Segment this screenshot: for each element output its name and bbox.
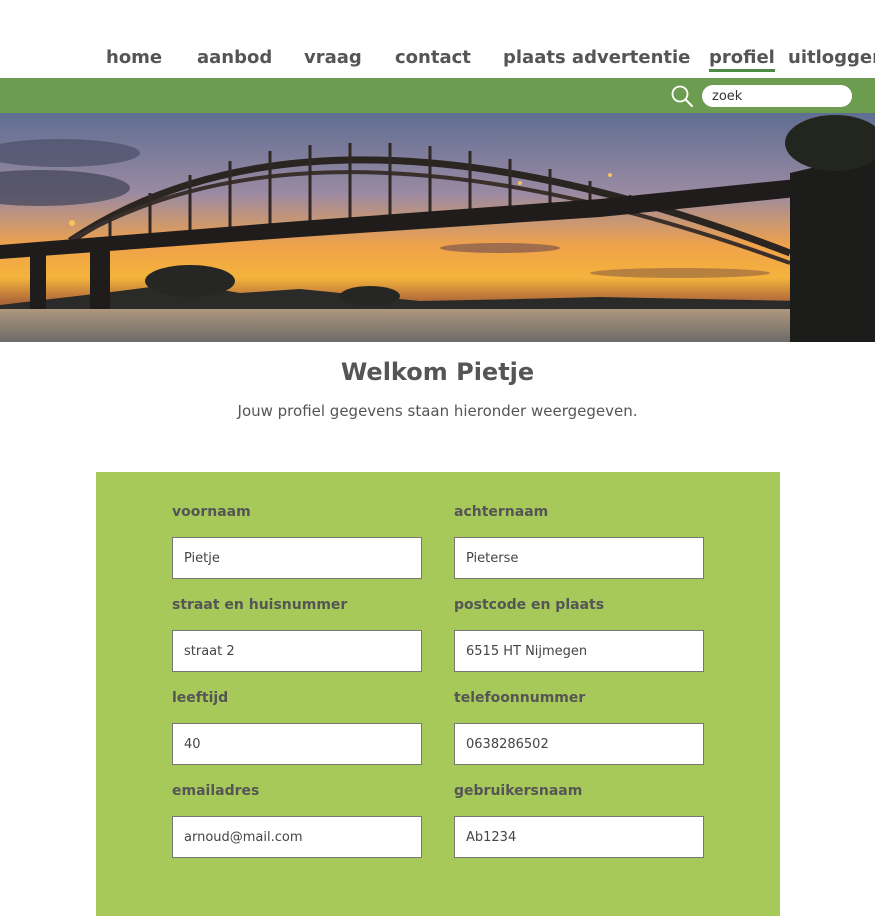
search-input[interactable] xyxy=(702,85,852,107)
nav-item-uitloggen[interactable]: uitloggen xyxy=(788,47,875,68)
leeftijd-input[interactable] xyxy=(172,723,422,765)
field-label-emailadres: emailadres xyxy=(172,783,260,799)
field-label-leeftijd: leeftijd xyxy=(172,690,229,706)
nav-item-plaats-advertentie[interactable]: plaats advertentie xyxy=(503,47,690,68)
profile-form: voornaam achternaam straat en huisnummer… xyxy=(96,472,780,916)
gebruikersnaam-input[interactable] xyxy=(454,816,704,858)
hero-image xyxy=(0,113,875,342)
field-label-achternaam: achternaam xyxy=(454,504,549,520)
search-icon[interactable] xyxy=(670,84,694,108)
nav-item-vraag[interactable]: vraag xyxy=(304,47,362,68)
field-label-voornaam: voornaam xyxy=(172,504,251,520)
nav-item-contact[interactable]: contact xyxy=(395,47,471,68)
nav-item-aanbod[interactable]: aanbod xyxy=(197,47,272,68)
search-bar xyxy=(0,78,875,113)
main-navigation: home aanbod vraag contact plaats adverte… xyxy=(0,0,875,78)
achternaam-input[interactable] xyxy=(454,537,704,579)
voornaam-input[interactable] xyxy=(172,537,422,579)
telefoonnummer-input[interactable] xyxy=(454,723,704,765)
field-label-straat: straat en huisnummer xyxy=(172,597,348,613)
field-label-postcode: postcode en plaats xyxy=(454,597,605,613)
straat-input[interactable] xyxy=(172,630,422,672)
field-label-gebruikersnaam: gebruikersnaam xyxy=(454,783,583,799)
postcode-input[interactable] xyxy=(454,630,704,672)
nav-item-home[interactable]: home xyxy=(106,47,162,68)
field-label-telefoonnummer: telefoonnummer xyxy=(454,690,586,706)
page-subtitle: Jouw profiel gegevens staan hieronder we… xyxy=(237,402,638,420)
page-title: Welkom Pietje xyxy=(340,358,535,386)
emailadres-input[interactable] xyxy=(172,816,422,858)
nav-item-profiel[interactable]: profiel xyxy=(709,47,775,72)
